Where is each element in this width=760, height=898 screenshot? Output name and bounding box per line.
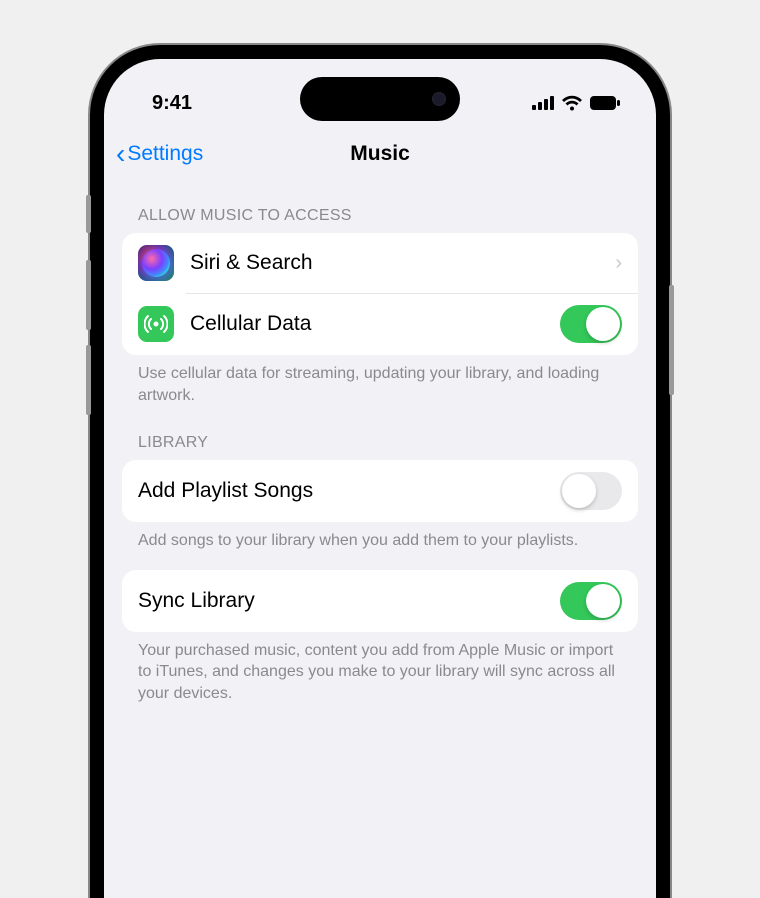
row-label-siri: Siri & Search: [190, 251, 615, 275]
settings-content: ALLOW MUSIC TO ACCESS Siri & Search ›: [104, 207, 656, 705]
row-cellular-data: Cellular Data: [122, 293, 638, 355]
chevron-left-icon: ‹: [116, 138, 125, 170]
silence-switch: [86, 195, 91, 233]
section-footer-sync: Your purchased music, content you add fr…: [138, 640, 622, 705]
row-label-add-playlist: Add Playlist Songs: [138, 479, 560, 503]
section-header-access: ALLOW MUSIC TO ACCESS: [138, 207, 638, 225]
wifi-icon: [561, 95, 583, 111]
front-camera: [432, 92, 446, 106]
section-footer-access: Use cellular data for streaming, updatin…: [138, 363, 622, 406]
row-sync-library: Sync Library: [122, 570, 638, 632]
nav-bar: ‹ Settings Music: [104, 129, 656, 179]
battery-icon: [590, 96, 620, 110]
dynamic-island: [300, 77, 460, 121]
status-indicators: [532, 95, 620, 111]
section-header-library: LIBRARY: [138, 434, 638, 452]
toggle-add-playlist-songs[interactable]: [560, 472, 622, 510]
toggle-cellular-data[interactable]: [560, 305, 622, 343]
row-add-playlist-songs: Add Playlist Songs: [122, 460, 638, 522]
row-siri-search[interactable]: Siri & Search ›: [122, 233, 638, 293]
siri-icon: [138, 245, 174, 281]
section-group-access: Siri & Search › Cellular Data: [122, 233, 638, 355]
section-group-sync: Sync Library: [122, 570, 638, 632]
volume-down-button: [86, 345, 91, 415]
back-label: Settings: [127, 142, 203, 166]
row-label-sync: Sync Library: [138, 589, 560, 613]
row-label-cellular: Cellular Data: [190, 312, 560, 336]
cellular-signal-icon: [532, 96, 554, 110]
back-button[interactable]: ‹ Settings: [116, 138, 203, 170]
chevron-right-icon: ›: [615, 252, 622, 275]
section-footer-add-playlist: Add songs to your library when you add t…: [138, 530, 622, 552]
page-title: Music: [350, 142, 410, 166]
screen: 9:41 ‹ Settings: [104, 59, 656, 898]
volume-up-button: [86, 260, 91, 330]
toggle-sync-library[interactable]: [560, 582, 622, 620]
section-group-add-playlist: Add Playlist Songs: [122, 460, 638, 522]
power-button: [669, 285, 674, 395]
status-time: 9:41: [152, 92, 192, 115]
cellular-data-icon: [138, 306, 174, 342]
phone-frame: 9:41 ‹ Settings: [90, 45, 670, 898]
